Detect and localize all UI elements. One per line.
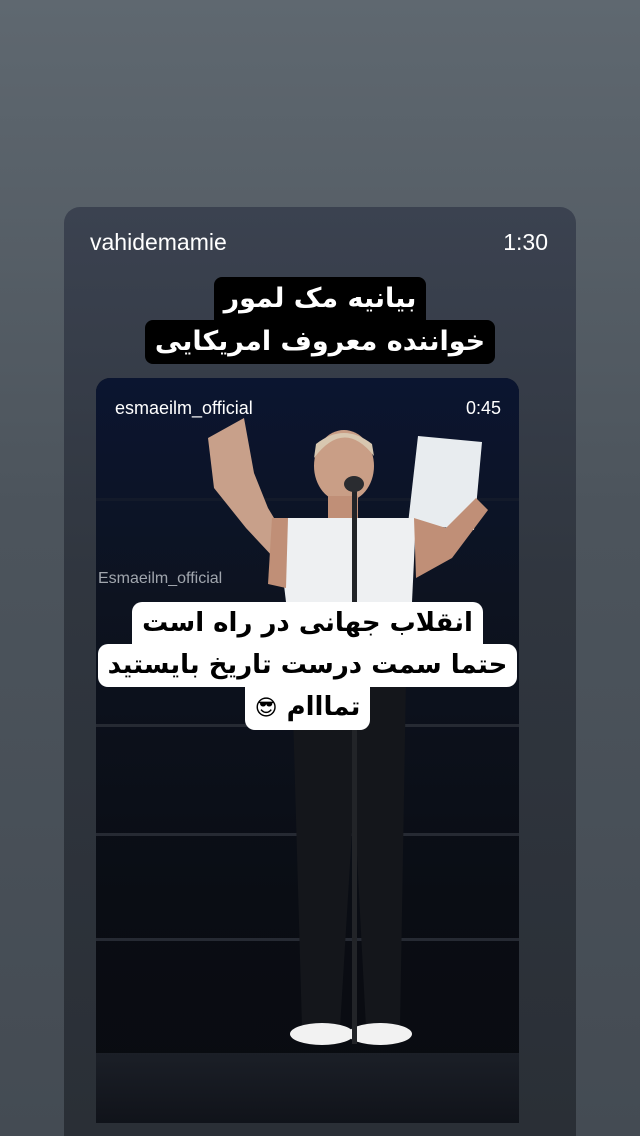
video-frame <box>96 378 519 1123</box>
story-card[interactable]: vahidemamie 1:30 بیانیه مک لمور خواننده … <box>64 207 576 1136</box>
video-caption-line-3: تمااام 😎 <box>244 686 371 730</box>
video-caption-line-3-text: تمااام <box>286 692 361 722</box>
embedded-duration: 0:45 <box>465 398 501 418</box>
story-caption: بیانیه مک لمور خواننده معروف امریکایی <box>64 277 576 364</box>
video-caption: انقلاب جهانی در راه است حتما سمت درست تا… <box>96 602 519 730</box>
watermark-text: Esmaeilm_official <box>98 570 223 587</box>
story-duration: 1:30 <box>503 229 548 255</box>
video-caption-line-2: حتما سمت درست تاریخ بایستید <box>97 644 518 687</box>
story-caption-line-1: بیانیه مک لمور <box>213 277 427 321</box>
sunglasses-emoji-icon: 😎 <box>254 696 278 721</box>
embedded-video[interactable]: esmaeilm_official 0:45 Esmaeilm_official… <box>96 378 519 1123</box>
embedded-video-header: esmaeilm_official 0:45 <box>115 398 501 419</box>
story-caption-line-2: خواننده معروف امریکایی <box>144 320 496 364</box>
story-username[interactable]: vahidemamie <box>90 229 227 256</box>
video-caption-line-1: انقلاب جهانی در راه است <box>132 602 483 645</box>
embedded-username[interactable]: esmaeilm_official <box>115 398 253 419</box>
performer-image <box>208 418 488 1045</box>
story-header: vahidemamie 1:30 <box>90 229 548 256</box>
